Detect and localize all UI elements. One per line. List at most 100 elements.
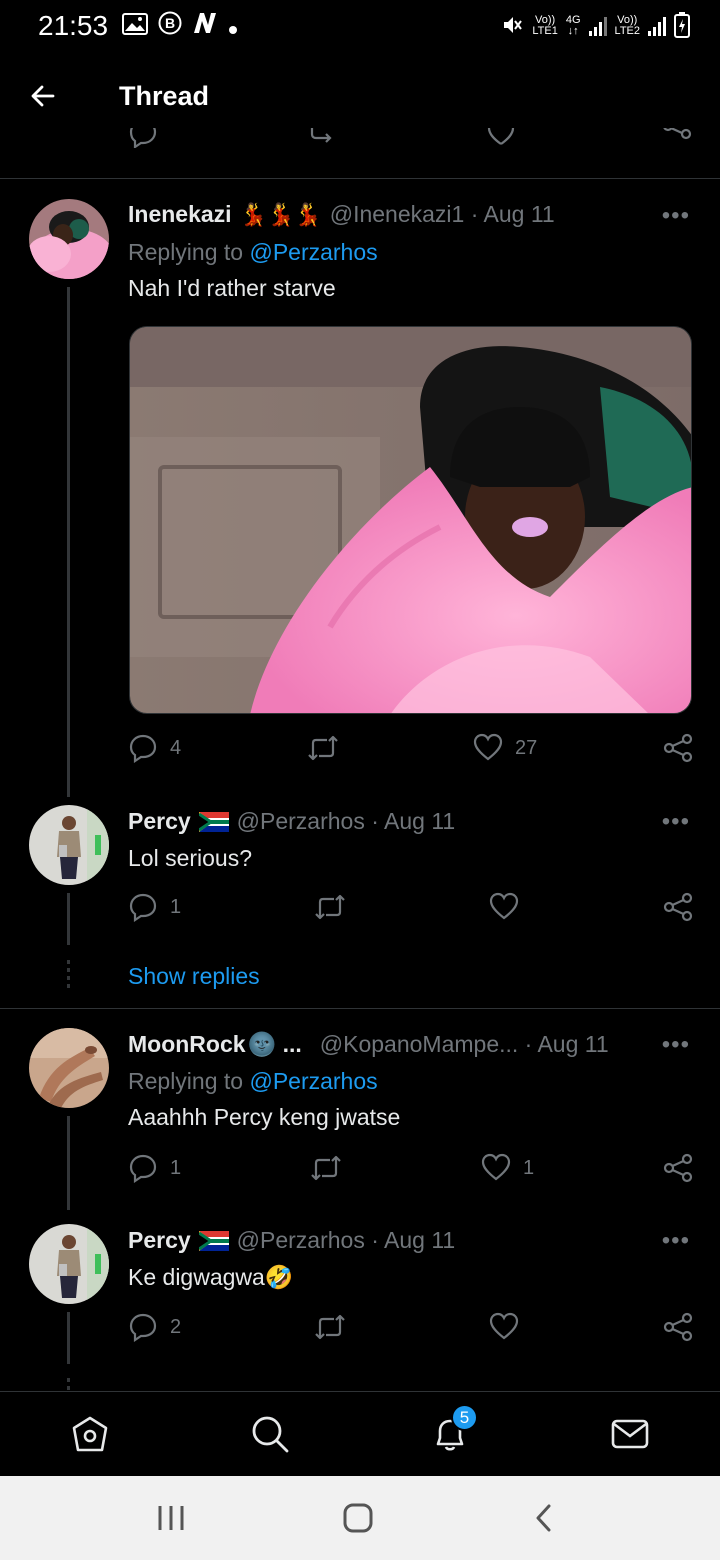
status-bar: 21:53 B Vo)) LTE1 4G ↓↑ Vo)) LTE2 <box>0 0 720 52</box>
retweet-button[interactable] <box>308 1153 356 1183</box>
tweet-text: Lol serious? <box>128 845 253 871</box>
nav-home[interactable] <box>68 1412 112 1456</box>
thread-dots <box>67 1378 70 1391</box>
heart-icon <box>489 892 519 920</box>
signal-2-icon <box>648 16 666 36</box>
tweet-actions: 2 <box>128 1312 694 1348</box>
back-system-button[interactable] <box>520 1498 570 1538</box>
reply-button[interactable]: 1 <box>128 892 181 922</box>
reply-count: 1 <box>170 895 182 918</box>
chevron-left-icon <box>536 1504 551 1532</box>
display-name[interactable]: MoonRock <box>128 1031 246 1058</box>
like-icon[interactable] <box>486 128 516 148</box>
tweet-header: MoonRock 🌚 ... @KopanoMampe... · Aug 11 <box>128 1031 690 1058</box>
avatar[interactable] <box>29 199 109 279</box>
retweet-icon <box>315 894 345 920</box>
like-button[interactable] <box>489 892 531 922</box>
recent-apps-icon <box>158 1506 184 1530</box>
reply-icon <box>129 893 157 922</box>
mention-link[interactable]: @Perzarhos <box>249 239 377 265</box>
recent-apps-button[interactable] <box>146 1498 196 1538</box>
share-button[interactable] <box>663 1312 693 1342</box>
tweet-image[interactable] <box>129 326 692 714</box>
handle-date[interactable]: @KopanoMampe... · Aug 11 <box>320 1031 609 1058</box>
reply-button[interactable]: 2 <box>128 1312 181 1342</box>
system-navigation-bar <box>0 1476 720 1560</box>
gallery-icon <box>122 11 149 42</box>
network-type-label: 4G ↓↑ <box>565 14 581 37</box>
tweet-header: Percy @Perzarhos · Aug 11 <box>128 808 690 835</box>
lte2-label: Vo)) LTE2 <box>614 14 640 37</box>
like-button[interactable]: 27 <box>473 733 537 763</box>
reply-button[interactable]: 1 <box>128 1153 181 1183</box>
south-africa-flag-icon <box>198 811 229 832</box>
lte1-label: Vo)) LTE1 <box>532 14 558 37</box>
svg-text:B: B <box>165 15 175 31</box>
bottom-navigation <box>0 1391 720 1476</box>
signal-1-icon <box>588 16 607 36</box>
page-title: Thread <box>119 80 210 111</box>
previous-tweet-actions <box>0 128 720 162</box>
share-icon[interactable] <box>662 128 692 150</box>
b-circle-icon: B <box>158 11 182 42</box>
thread-line <box>67 287 70 797</box>
retweet-icon[interactable] <box>308 128 340 150</box>
tweet-actions: 4 27 <box>128 733 694 769</box>
reply-icon <box>129 1154 157 1183</box>
home-system-button[interactable] <box>333 1498 383 1538</box>
divider <box>0 178 720 179</box>
display-name[interactable]: Percy <box>128 808 191 835</box>
handle-date[interactable]: @Perzarhos · Aug 11 <box>237 1227 456 1254</box>
reply-count: 4 <box>170 736 182 759</box>
more-options-button[interactable]: ••• <box>662 1031 690 1059</box>
more-options-button[interactable]: ••• <box>662 1227 690 1255</box>
south-africa-flag-icon <box>198 1230 229 1251</box>
tweet-header: Percy @Perzarhos · Aug 11 <box>128 1227 690 1254</box>
name-emoji: 🌚 ... <box>247 1031 302 1057</box>
retweet-button[interactable] <box>312 1312 360 1342</box>
avatar[interactable] <box>29 1224 109 1304</box>
retweet-button[interactable] <box>305 733 353 763</box>
share-icon <box>663 892 693 922</box>
more-options-button[interactable]: ••• <box>662 202 690 230</box>
replying-to: Replying to @Perzarhos <box>128 239 378 265</box>
display-name[interactable]: Percy <box>128 1227 191 1254</box>
thread-line <box>67 1312 70 1364</box>
back-button[interactable] <box>17 70 69 122</box>
arrow-left-icon <box>31 85 55 107</box>
home-square-icon <box>343 1503 373 1533</box>
more-options-button[interactable]: ••• <box>662 808 690 836</box>
share-button[interactable] <box>663 733 693 763</box>
handle-date[interactable]: @Perzarhos · Aug 11 <box>237 808 456 835</box>
retweet-button[interactable] <box>312 892 360 922</box>
nav-search[interactable] <box>248 1412 292 1456</box>
heart-icon <box>481 1153 511 1181</box>
avatar[interactable] <box>29 1028 109 1108</box>
reply-button[interactable]: 4 <box>128 733 181 763</box>
show-replies-link[interactable]: Show replies <box>128 963 260 990</box>
tweet-actions: 1 1 <box>128 1153 694 1189</box>
share-button[interactable] <box>663 892 693 922</box>
heart-icon <box>489 1312 519 1340</box>
share-icon <box>663 1153 693 1183</box>
notification-badge: 5 <box>451 1404 478 1431</box>
heart-icon <box>473 733 503 761</box>
search-icon <box>252 1416 289 1453</box>
tweet-text: Ke digwagwa🤣 <box>128 1264 294 1290</box>
battery-icon <box>674 11 690 41</box>
mention-link[interactable]: @Perzarhos <box>249 1068 377 1094</box>
handle-date[interactable]: @Inenekazi1 · Aug 11 <box>330 201 555 228</box>
nav-messages[interactable] <box>608 1412 652 1456</box>
avatar[interactable] <box>29 805 109 885</box>
reply-icon[interactable] <box>128 128 158 148</box>
header: Thread <box>0 52 720 140</box>
status-time: 21:53 <box>38 10 109 41</box>
mute-icon <box>500 13 524 40</box>
like-button[interactable] <box>489 1312 531 1342</box>
share-button[interactable] <box>663 1153 693 1183</box>
thread-line <box>67 893 70 945</box>
n-app-icon <box>192 11 218 42</box>
like-button[interactable]: 1 <box>481 1153 534 1183</box>
reply-icon <box>129 1313 157 1342</box>
display-name[interactable]: Inenekazi <box>128 201 232 228</box>
